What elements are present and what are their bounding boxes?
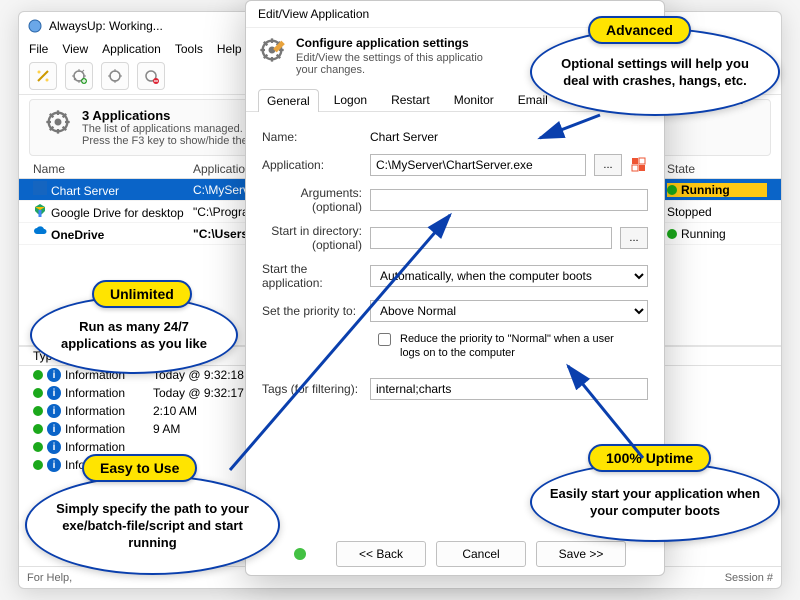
status-dot-icon bbox=[33, 388, 43, 398]
add-app-button[interactable] bbox=[65, 62, 93, 90]
tab-general[interactable]: General bbox=[258, 89, 319, 112]
dialog-header-sub: Edit/View the settings of this applicati… bbox=[296, 52, 483, 76]
arguments-label: Arguments: (optional) bbox=[262, 186, 362, 214]
gear-icon bbox=[44, 108, 72, 136]
info-icon: i bbox=[47, 368, 61, 382]
arguments-input[interactable] bbox=[370, 189, 648, 211]
menu-help[interactable]: Help bbox=[217, 42, 242, 56]
pill-unlimited: Unlimited bbox=[92, 280, 192, 308]
dialog-form: Name: Chart Server Application: ... Argu… bbox=[246, 112, 664, 418]
app-row-icon bbox=[33, 203, 47, 217]
remove-app-button[interactable] bbox=[137, 62, 165, 90]
tab-monitor[interactable]: Monitor bbox=[445, 88, 503, 111]
pill-easy: Easy to Use bbox=[82, 454, 197, 482]
row-name: OneDrive bbox=[51, 228, 104, 242]
status-left: For Help, bbox=[27, 572, 72, 584]
row-name: Chart Server bbox=[51, 184, 119, 198]
menu-view[interactable]: View bbox=[62, 42, 88, 56]
tab-restart[interactable]: Restart bbox=[382, 88, 439, 111]
back-button[interactable]: << Back bbox=[336, 541, 426, 567]
status-dot-icon bbox=[294, 548, 306, 560]
window-title: AlwaysUp: Working... bbox=[49, 19, 163, 33]
application-input[interactable] bbox=[370, 154, 586, 176]
row-state: Stopped bbox=[667, 205, 712, 219]
status-dot-icon bbox=[33, 460, 43, 470]
startdir-input[interactable] bbox=[370, 227, 612, 249]
app-row-icon bbox=[33, 225, 47, 239]
status-dot-icon bbox=[33, 370, 43, 380]
summary-title: 3 Applications bbox=[82, 108, 259, 123]
status-dot-icon bbox=[667, 229, 677, 239]
dialog-buttons: << Back Cancel Save >> bbox=[246, 541, 664, 567]
callout-easy: Simply specify the path to your exe/batc… bbox=[25, 475, 280, 575]
summary-line2: Press the F3 key to show/hide the f bbox=[82, 135, 259, 147]
col-name[interactable]: Name bbox=[33, 162, 193, 176]
summary-line1: The list of applications managed. Us bbox=[82, 123, 259, 135]
row-state: Running bbox=[681, 227, 726, 241]
menu-tools[interactable]: Tools bbox=[175, 42, 203, 56]
info-icon: i bbox=[47, 386, 61, 400]
info-icon: i bbox=[47, 440, 61, 454]
status-dot-icon bbox=[33, 424, 43, 434]
pill-uptime: 100% Uptime bbox=[588, 444, 711, 472]
info-icon: i bbox=[47, 404, 61, 418]
tags-input[interactable] bbox=[370, 378, 648, 400]
status-dot-icon bbox=[33, 442, 43, 452]
reduce-priority-label: Reduce the priority to "Normal" when a u… bbox=[400, 332, 620, 360]
reduce-priority-checkbox[interactable] bbox=[378, 333, 391, 346]
status-session: Session # bbox=[725, 572, 773, 584]
startapp-label: Start the application: bbox=[262, 262, 362, 290]
menu-file[interactable]: File bbox=[29, 42, 48, 56]
application-label: Application: bbox=[262, 158, 362, 172]
start-app-select[interactable]: Automatically, when the computer boots bbox=[370, 265, 648, 287]
app-row-icon bbox=[33, 181, 47, 195]
info-icon: i bbox=[47, 422, 61, 436]
browse-app-button[interactable]: ... bbox=[594, 154, 622, 176]
info-icon: i bbox=[47, 458, 61, 472]
dialog-header-title: Configure application settings bbox=[296, 36, 483, 50]
priority-select[interactable]: Above Normal bbox=[370, 300, 648, 322]
row-name: Google Drive for desktop bbox=[51, 206, 184, 220]
row-state: Running bbox=[681, 183, 730, 197]
priority-label: Set the priority to: bbox=[262, 304, 362, 318]
row-app: "C:\Users bbox=[193, 227, 248, 241]
callout-uptime: Easily start your application when your … bbox=[530, 462, 780, 542]
wizard-button[interactable] bbox=[29, 62, 57, 90]
tags-label: Tags (for filtering): bbox=[262, 382, 362, 396]
startdir-label: Start in directory: (optional) bbox=[262, 224, 362, 252]
flag-icon[interactable] bbox=[630, 156, 648, 174]
app-icon bbox=[27, 18, 43, 34]
edit-app-button[interactable] bbox=[101, 62, 129, 90]
name-label: Name: bbox=[262, 130, 362, 144]
browse-dir-button[interactable]: ... bbox=[620, 227, 648, 249]
tab-logon[interactable]: Logon bbox=[325, 88, 376, 111]
pill-advanced: Advanced bbox=[588, 16, 691, 44]
menu-application[interactable]: Application bbox=[102, 42, 161, 56]
cancel-button[interactable]: Cancel bbox=[436, 541, 526, 567]
col-state[interactable]: State bbox=[667, 162, 767, 176]
status-dot-icon bbox=[667, 185, 677, 195]
gear-icon bbox=[258, 36, 286, 64]
save-button[interactable]: Save >> bbox=[536, 541, 626, 567]
status-dot-icon bbox=[33, 406, 43, 416]
name-value: Chart Server bbox=[370, 130, 648, 144]
